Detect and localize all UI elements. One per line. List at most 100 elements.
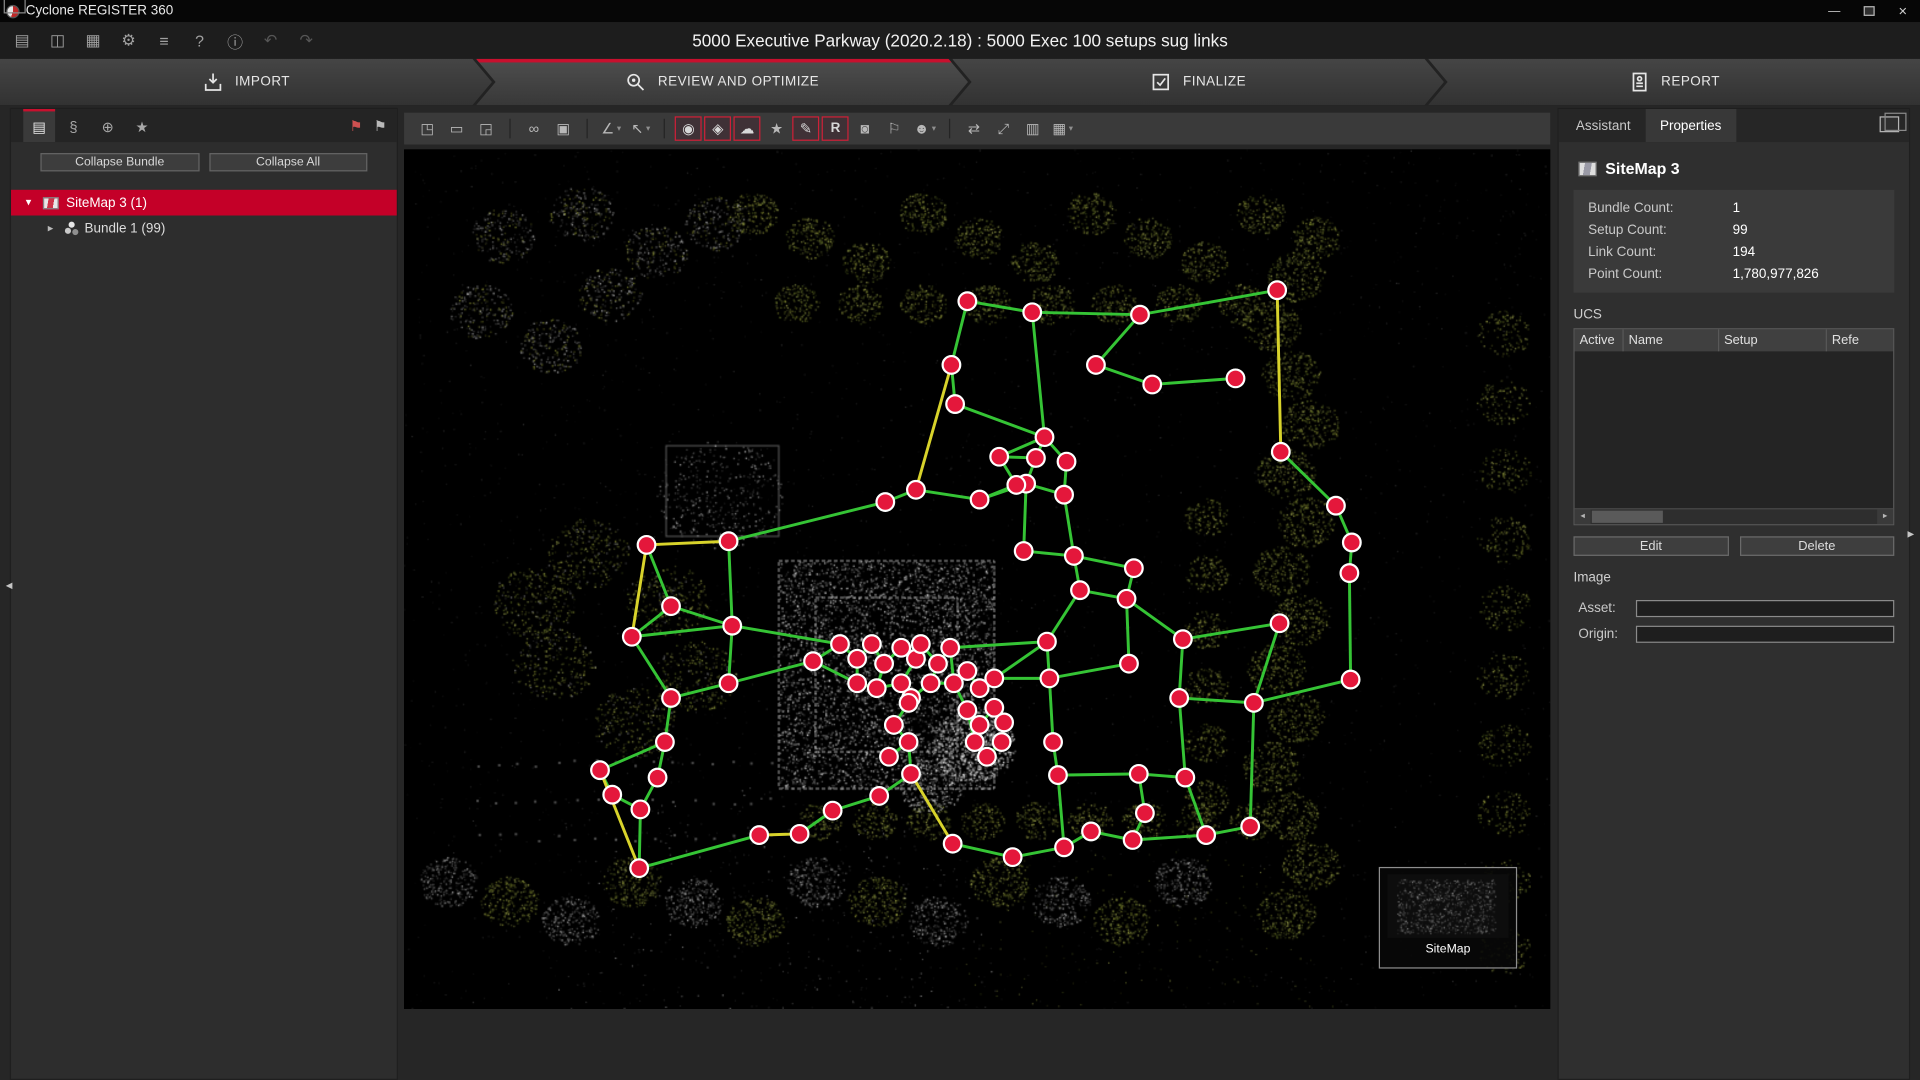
sitemap-action-button-1[interactable]: ⚑ [350,117,363,134]
tab-import[interactable]: IMPORT [0,59,492,106]
scroll-thumb[interactable] [1592,511,1663,523]
minimize-button[interactable]: — [1817,0,1851,22]
fit-view-button[interactable]: ⤢ [990,116,1017,140]
info-button[interactable]: ⓘ [223,28,247,52]
restore-icon [1863,6,1874,16]
tab-report[interactable]: REPORT [1428,59,1920,106]
origin-input[interactable] [1636,626,1894,643]
tab-report-label: REPORT [1661,75,1720,90]
open-icon: ▤ [15,31,30,51]
save-icon: ◫ [50,31,65,51]
collapse-right-panel-handle[interactable]: ► [1905,528,1916,540]
stack-button[interactable]: ▦ [81,28,105,52]
expander-icon[interactable]: ▸ [48,222,58,235]
tab-properties-label: Properties [1660,118,1721,133]
pop-out-icon: ▭ [450,120,464,137]
cloud-icon: ☁ [740,120,755,137]
help-button[interactable]: ? [187,28,211,52]
save-button[interactable]: ◫ [45,28,69,52]
open-button[interactable]: ▤ [10,28,34,52]
sitemap-action-button-2[interactable]: ⚑ [374,117,387,134]
delete-button[interactable]: Delete [1739,536,1894,556]
collapse-all-button[interactable]: Collapse All [209,153,368,171]
show-cloud-toggle[interactable]: ☁ [734,116,761,140]
display-grid-button[interactable]: ▦▾ [1049,116,1077,140]
zoom-selection-button[interactable]: ◲ [473,116,500,140]
pop-out-view-button[interactable]: ▭ [443,116,470,140]
camera-button[interactable]: ◙ [851,116,878,140]
project-panel: ▤ § ⊕ ★ ⚑ ⚑ Collapse Bundle Collapse All… [10,108,398,1080]
globe-icon: ⊕ [102,118,114,135]
tab-finalize[interactable]: FINALIZE [952,59,1444,106]
tab-attachments[interactable]: § [58,109,90,142]
ucs-column-name[interactable]: Name [1624,329,1720,351]
list-icon: ≡ [159,31,168,49]
ucs-column-setup[interactable]: Setup [1719,329,1827,351]
grid-icon: ▦ [1052,120,1066,137]
show-quality-toggle[interactable]: ★ [763,116,790,140]
property-label: Link Count: [1588,245,1732,260]
create-link-button[interactable]: ∞ [520,116,547,140]
show-tags-toggle[interactable]: ◈ [704,116,731,140]
minimap-label: SiteMap [1425,943,1470,956]
duplicate-view-button[interactable]: ◳ [414,116,441,140]
scroll-track[interactable] [1591,509,1878,524]
ucs-scrollbar[interactable]: ◄ ► [1575,508,1893,524]
cursor-icon: ↖ [631,120,643,137]
ucs-table: Active Name Setup Refe ◄ ► [1573,328,1894,525]
swap-icon: ⇄ [968,120,980,137]
tab-properties[interactable]: Properties [1645,109,1736,142]
settings-button[interactable]: ⚙ [116,28,140,52]
asset-input[interactable] [1636,600,1894,617]
tree-item-bundle[interactable]: ▸ Bundle 1 (99) [11,216,397,242]
restore-button[interactable] [1851,0,1885,22]
properties-title: SiteMap 3 [1605,159,1679,177]
undo-button[interactable]: ↶ [258,28,282,52]
redo-button[interactable]: ↷ [294,28,318,52]
geo-tag-button[interactable]: ⚐ [881,116,908,140]
create-image-button[interactable]: ▣ [550,116,577,140]
zoom-selection-icon: ◲ [479,120,493,137]
tab-web[interactable]: ⊕ [92,109,124,142]
edit-button[interactable]: Edit [1573,536,1728,556]
draw-links-toggle[interactable]: ✎ [793,116,820,140]
scroll-right-button[interactable]: ► [1877,509,1893,524]
swap-links-button[interactable]: ⇄ [961,116,988,140]
content-area: ▤ § ⊕ ★ ⚑ ⚑ Collapse Bundle Collapse All… [0,105,1920,1080]
ucs-column-reference[interactable]: Refe [1827,329,1893,351]
scroll-left-button[interactable]: ◄ [1575,509,1591,524]
tree-item-label: Bundle 1 (99) [84,221,165,236]
paperclip-icon: § [69,118,77,135]
app-window: Cyclone REGISTER 360 — × 5000 Executive … [0,0,1920,1080]
project-tree: ▾ SiteMap 3 (1) ▸ Bundle 1 (99) [11,182,397,1078]
minimap[interactable]: SiteMap [1379,867,1517,969]
select-tool-button[interactable]: ↖▾ [627,116,654,140]
tab-assistant[interactable]: Assistant [1561,109,1645,142]
properties-panel: Assistant Properties SiteMap 3 Bundle Co… [1558,108,1911,1080]
add-user-button[interactable]: ☻▾ [910,116,940,140]
show-setups-toggle[interactable]: ◉ [675,116,702,140]
collapse-bundle-button[interactable]: Collapse Bundle [40,153,199,171]
origin-label: Origin: [1578,627,1627,642]
tree-item-sitemap[interactable]: ▾ SiteMap 3 (1) [11,190,397,216]
tab-project-tree[interactable]: ▤ [23,109,55,142]
quality-star-icon: ★ [770,120,783,137]
thumbnails-button[interactable]: ▥ [1019,116,1046,140]
layout-switch-button[interactable] [1880,116,1900,132]
ucs-list[interactable] [1575,351,1893,508]
ucs-column-active[interactable]: Active [1575,329,1624,351]
tab-finalize-label: FINALIZE [1183,75,1246,90]
expander-icon[interactable]: ▾ [26,196,36,209]
sitemap-viewport[interactable]: SiteMap [404,149,1550,1009]
link-icon: ∞ [529,120,539,137]
bundle-icon [65,227,71,233]
measure-tool-button[interactable]: ∠▾ [598,116,625,140]
auto-register-toggle[interactable]: R [822,116,849,140]
tab-review-and-optimize[interactable]: REVIEW AND OPTIMIZE [476,59,968,106]
tab-favorites[interactable]: ★ [126,109,158,142]
log-button[interactable]: ≡ [152,28,176,52]
close-button[interactable]: × [1886,0,1920,22]
property-value: 194 [1733,245,1880,260]
camera-icon: ◙ [860,120,869,137]
collapse-left-panel-handle[interactable]: ◄ [4,579,15,591]
